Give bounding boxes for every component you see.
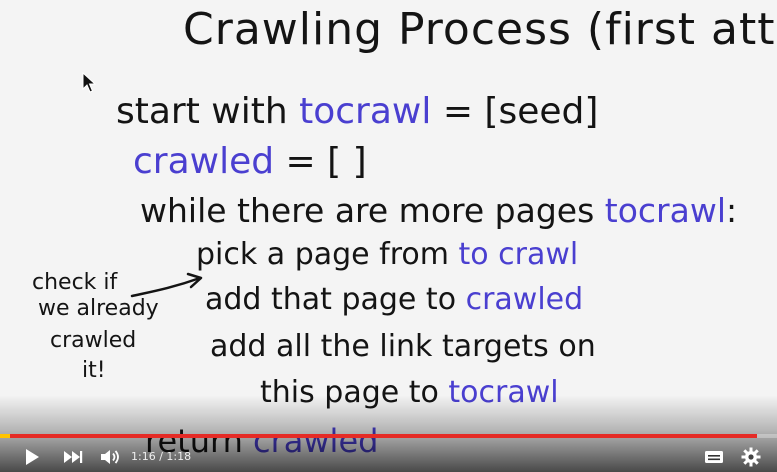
subtitles-button[interactable] bbox=[696, 442, 732, 472]
line-1-part-2: tocrawl bbox=[299, 91, 432, 132]
code-line-5: add that page to crawled bbox=[205, 285, 583, 315]
volume-icon bbox=[101, 450, 119, 464]
line-5-part-1: add that page to bbox=[205, 282, 466, 317]
mouse-cursor-icon bbox=[82, 72, 96, 93]
player-controls: 1:16 / 1:18 bbox=[0, 442, 777, 472]
line-3-part-2: tocrawl bbox=[604, 191, 726, 230]
line-3-part-1: while there are more pages bbox=[140, 191, 605, 230]
line-3-part-3: : bbox=[726, 191, 738, 230]
play-button[interactable] bbox=[14, 442, 50, 472]
code-line-1: start with tocrawl = [seed] bbox=[116, 94, 598, 130]
video-player[interactable]: Crawling Process (first attempt) start w… bbox=[0, 0, 777, 472]
code-line-6: add all the link targets on bbox=[210, 332, 596, 362]
code-line-4: pick a page from to crawl bbox=[196, 240, 578, 270]
play-icon bbox=[26, 449, 39, 465]
side-note-line-1: check if bbox=[32, 270, 118, 295]
volume-button[interactable] bbox=[96, 442, 126, 472]
code-line-2: crawled = [ ] bbox=[133, 144, 367, 180]
line-5-part-2: crawled bbox=[465, 282, 584, 317]
code-line-3: while there are more pages tocrawl: bbox=[140, 194, 737, 227]
next-icon bbox=[64, 451, 83, 463]
line-2-part-1: crawled bbox=[133, 141, 275, 182]
side-note-line-3: crawled bbox=[50, 328, 137, 353]
slide-title: Crawling Process (first attempt) bbox=[183, 4, 777, 55]
line-4-part-1: pick a page from bbox=[196, 237, 459, 272]
progress-played bbox=[0, 434, 757, 438]
time-display: 1:16 / 1:18 bbox=[131, 450, 192, 463]
arrow-icon bbox=[130, 272, 203, 298]
subtitles-icon bbox=[705, 451, 723, 463]
gear-icon bbox=[741, 447, 761, 467]
next-button[interactable] bbox=[58, 442, 88, 472]
progress-bar[interactable] bbox=[0, 434, 777, 438]
line-2-part-2: = [ ] bbox=[274, 141, 367, 182]
line-1-part-3: = [seed] bbox=[431, 91, 599, 132]
settings-button[interactable] bbox=[736, 442, 766, 472]
line-6-part-1: add all the link targets on bbox=[210, 329, 596, 364]
side-note-line-4: it! bbox=[82, 358, 106, 383]
progress-buffer-marker bbox=[0, 434, 10, 438]
line-4-part-2: to crawl bbox=[458, 237, 579, 272]
line-1-part-1: start with bbox=[116, 91, 300, 132]
